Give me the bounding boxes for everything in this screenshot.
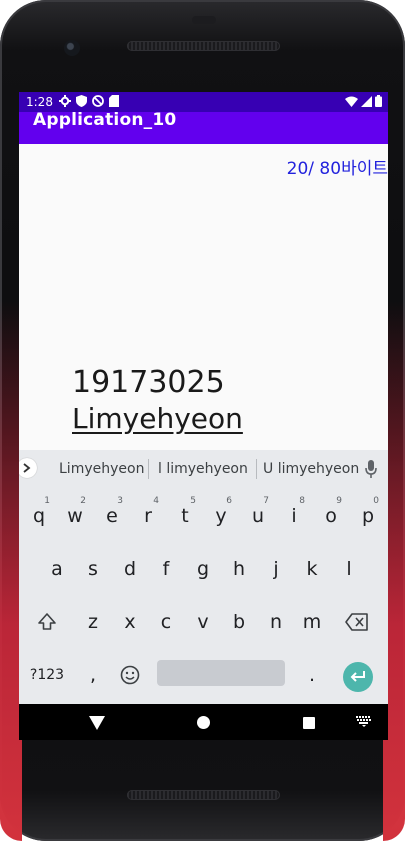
key-row-3: z x c v b n m bbox=[19, 599, 388, 651]
enter-icon bbox=[350, 671, 365, 682]
name-input[interactable]: Limyehyeon bbox=[72, 402, 243, 435]
suggestion-1[interactable]: Limyehyeon bbox=[59, 461, 144, 477]
key-b[interactable]: b bbox=[221, 599, 257, 645]
shield-icon bbox=[76, 95, 87, 107]
front-camera bbox=[64, 40, 80, 56]
bottom-speaker-grille bbox=[127, 790, 280, 800]
key-r[interactable]: r4 bbox=[130, 493, 166, 539]
key-t[interactable]: t5 bbox=[167, 493, 203, 539]
home-icon[interactable] bbox=[197, 716, 210, 729]
key-y[interactable]: y6 bbox=[203, 493, 239, 539]
backspace-key[interactable] bbox=[339, 599, 375, 645]
signal-icon bbox=[361, 95, 372, 107]
student-number-text: 19173025 bbox=[72, 365, 225, 400]
key-q[interactable]: q1 bbox=[21, 493, 57, 539]
earpiece bbox=[192, 16, 216, 24]
wifi-icon bbox=[345, 96, 358, 107]
key-w[interactable]: w2 bbox=[57, 493, 93, 539]
key-e[interactable]: e3 bbox=[94, 493, 130, 539]
space-key[interactable] bbox=[157, 660, 285, 686]
sim-card-icon bbox=[109, 95, 119, 107]
keyboard-switch-icon[interactable] bbox=[356, 716, 372, 728]
key-row-1: q1 w2 e3 r4 t5 y6 u7 i8 o9 p0 bbox=[19, 493, 388, 545]
top-speaker-grille bbox=[127, 41, 280, 51]
key-f[interactable]: f bbox=[148, 546, 184, 592]
battery-icon bbox=[375, 95, 382, 107]
suggestion-divider bbox=[148, 459, 149, 479]
key-a[interactable]: a bbox=[39, 546, 75, 592]
key-h[interactable]: h bbox=[221, 546, 257, 592]
key-p[interactable]: p0 bbox=[350, 493, 386, 539]
suggestion-divider bbox=[256, 459, 257, 479]
key-l[interactable]: l bbox=[331, 546, 367, 592]
key-u[interactable]: u7 bbox=[240, 493, 276, 539]
key-z[interactable]: z bbox=[75, 599, 111, 645]
key-x[interactable]: x bbox=[112, 599, 148, 645]
key-d[interactable]: d bbox=[112, 546, 148, 592]
recents-icon[interactable] bbox=[303, 717, 315, 729]
backspace-icon bbox=[345, 613, 368, 631]
key-o[interactable]: o9 bbox=[313, 493, 349, 539]
key-k[interactable]: k bbox=[294, 546, 330, 592]
key-i[interactable]: i8 bbox=[276, 493, 312, 539]
key-row-2: a s d f g h j k l bbox=[19, 546, 388, 598]
suggestion-3[interactable]: U limyehyeon bbox=[263, 461, 359, 477]
mic-icon[interactable] bbox=[365, 460, 377, 478]
status-bar: 1:28 bbox=[19, 92, 388, 112]
suggestion-2[interactable]: l limyehyeon bbox=[158, 461, 248, 477]
emoji-key[interactable] bbox=[112, 652, 148, 698]
app-bar: Application_10 bbox=[19, 110, 388, 144]
expand-toolbar-button[interactable] bbox=[19, 458, 37, 478]
emoji-icon bbox=[120, 665, 140, 685]
byte-counter: 20/ 80바이트 bbox=[286, 159, 388, 179]
comma-key[interactable]: , bbox=[75, 652, 111, 698]
key-n[interactable]: n bbox=[258, 599, 294, 645]
gear-icon bbox=[59, 95, 71, 107]
key-c[interactable]: c bbox=[148, 599, 184, 645]
period-key[interactable]: . bbox=[294, 652, 330, 698]
shift-key[interactable] bbox=[29, 599, 65, 645]
shift-icon bbox=[38, 613, 56, 630]
back-icon[interactable] bbox=[89, 716, 105, 730]
device-screen: 1:28 Application_10 20/ 80바이트 19173025 L… bbox=[19, 92, 388, 740]
navigation-bar bbox=[19, 704, 388, 740]
enter-key[interactable] bbox=[343, 662, 373, 692]
status-time: 1:28 bbox=[26, 95, 53, 109]
status-icons-left bbox=[59, 95, 119, 107]
no-entry-icon bbox=[92, 95, 104, 107]
status-icons-right bbox=[345, 95, 382, 107]
suggestion-strip: Limyehyeon l limyehyeon U limyehyeon bbox=[19, 450, 388, 488]
key-j[interactable]: j bbox=[258, 546, 294, 592]
chevron-right-icon bbox=[23, 463, 31, 473]
symbols-key[interactable]: ?123 bbox=[25, 652, 69, 698]
key-g[interactable]: g bbox=[185, 546, 221, 592]
key-s[interactable]: s bbox=[75, 546, 111, 592]
key-v[interactable]: v bbox=[185, 599, 221, 645]
key-m[interactable]: m bbox=[294, 599, 330, 645]
app-title: Application_10 bbox=[33, 110, 177, 130]
